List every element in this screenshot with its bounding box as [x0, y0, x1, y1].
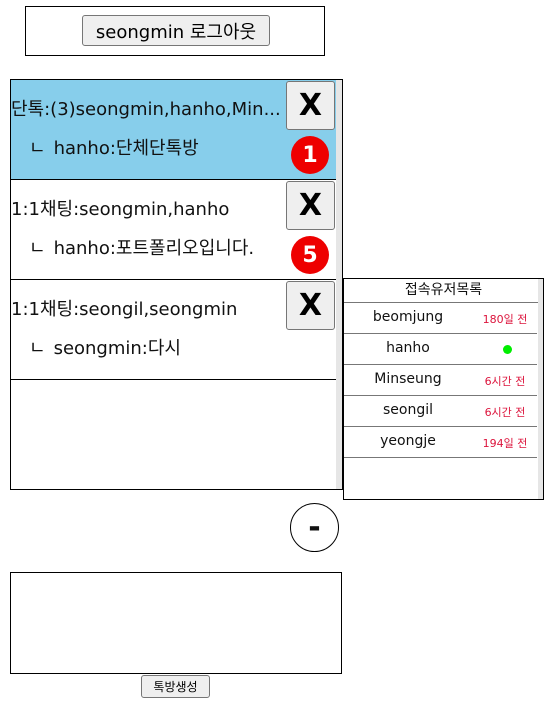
user-row[interactable]: Minseung 6시간 전: [344, 365, 537, 396]
create-room-button[interactable]: 톡방생성: [141, 675, 210, 698]
user-name: hanho: [386, 340, 430, 356]
unread-badge: 1: [291, 136, 329, 174]
room-title: 1:1채팅:seongmin,hanho: [11, 199, 230, 220]
user-name: yeongje: [380, 433, 436, 449]
room-item[interactable]: 단톡:(3)seongmin,hanho,Min... ㄴ hanho:단체단톡방…: [11, 80, 337, 180]
users-panel-title: 접속유저목록: [344, 279, 543, 303]
last-seen-time: 6시간 전: [484, 406, 526, 419]
reply-corner-icon: ㄴ: [29, 238, 46, 259]
users-panel-scrollbar[interactable]: [538, 279, 543, 499]
user-row[interactable]: beomjung 180일 전: [344, 303, 537, 334]
user-name: seongil: [382, 402, 433, 418]
user-row[interactable]: yeongje 194일 전: [344, 427, 537, 458]
last-message-text: seongmin:다시: [53, 338, 181, 359]
last-message-text: hanho:단체단톡방: [53, 138, 199, 159]
room-last-message: ㄴ hanho:단체단톡방: [29, 134, 199, 160]
close-room-button[interactable]: X: [286, 81, 335, 130]
room-item[interactable]: 1:1채팅:seongil,seongmin ㄴ seongmin:다시 X: [11, 280, 337, 380]
room-title: 단톡:(3)seongmin,hanho,Min...: [11, 99, 281, 120]
online-status-icon: [503, 345, 512, 354]
room-last-message: ㄴ hanho:포트폴리오입니다.: [29, 234, 254, 260]
logout-button[interactable]: seongmin 로그아웃: [82, 15, 270, 46]
minimize-button[interactable]: -: [290, 503, 339, 552]
reply-corner-icon: ㄴ: [29, 138, 46, 159]
room-last-message: ㄴ seongmin:다시: [29, 334, 181, 360]
header-box: seongmin 로그아웃: [25, 6, 325, 56]
user-row[interactable]: hanho: [344, 334, 537, 365]
room-item[interactable]: 1:1채팅:seongmin,hanho ㄴ hanho:포트폴리오입니다. X …: [11, 180, 337, 280]
create-room-input[interactable]: [10, 572, 342, 674]
close-room-button[interactable]: X: [286, 181, 335, 230]
last-seen-time: 194일 전: [482, 437, 528, 450]
last-message-text: hanho:포트폴리오입니다.: [53, 238, 255, 259]
room-list-scrollbar[interactable]: [336, 80, 342, 489]
last-seen-time: 6시간 전: [484, 375, 526, 388]
room-list: 단톡:(3)seongmin,hanho,Min... ㄴ hanho:단체단톡방…: [10, 79, 343, 490]
room-title: 1:1채팅:seongil,seongmin: [11, 299, 238, 320]
user-row[interactable]: seongil 6시간 전: [344, 396, 537, 427]
last-seen-time: 180일 전: [482, 313, 528, 326]
unread-badge: 5: [291, 236, 329, 274]
close-room-button[interactable]: X: [286, 281, 335, 330]
reply-corner-icon: ㄴ: [29, 338, 46, 359]
user-name: Minseung: [374, 371, 442, 387]
user-name: beomjung: [372, 309, 444, 325]
online-users-panel: 접속유저목록 beomjung 180일 전 hanho Minseung 6시…: [343, 278, 544, 500]
